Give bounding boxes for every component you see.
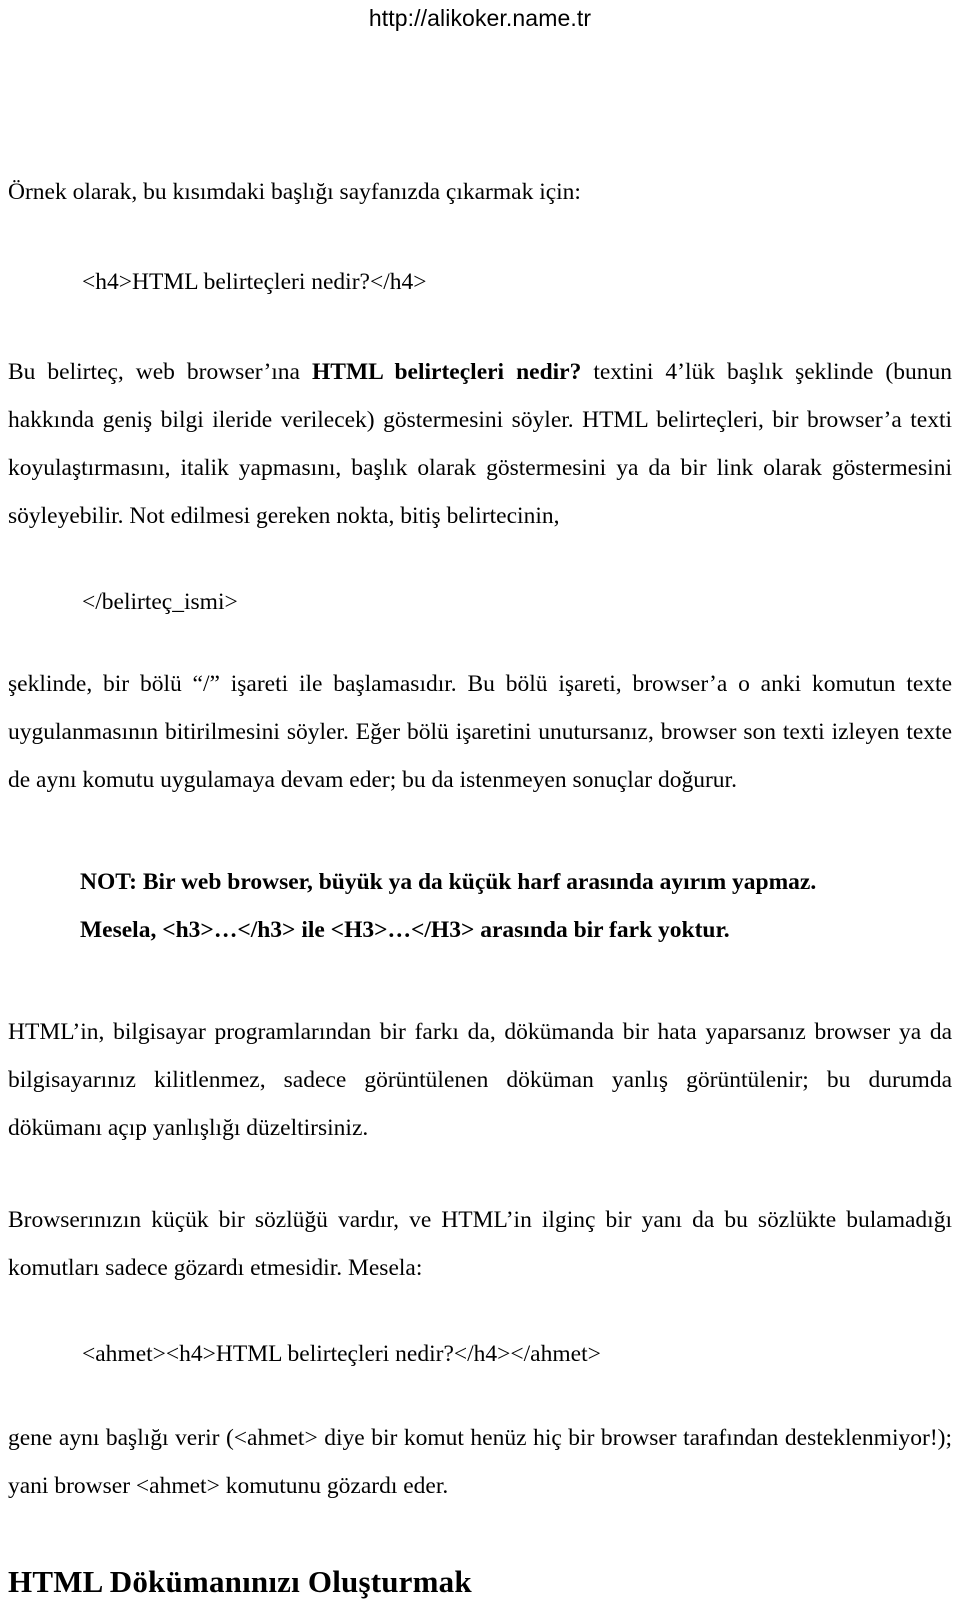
paragraph-text-lead: Bu belirteç, web browser’ına	[8, 359, 312, 385]
document-page: http://alikoker.name.tr Örnek olarak, bu…	[0, 0, 960, 1599]
code-sample-closing-tag: </belirteç_ismi>	[82, 589, 238, 615]
section-heading: HTML Dökümanınızı Oluşturmak	[8, 1564, 472, 1599]
note-line-one: NOT: Bir web browser, büyük ya da küçük …	[80, 869, 817, 895]
note-line-two: Mesela, <h3>…</h3> ile <H3>…</H3> arasın…	[80, 917, 730, 943]
paragraph-tag-explanation: Bu belirteç, web browser’ına HTML belirt…	[8, 348, 952, 540]
code-sample-ahmet: <ahmet><h4>HTML belirteçleri nedir?</h4>…	[82, 1341, 601, 1367]
paragraph-browser-dictionary: Browserınızın küçük bir sözlüğü vardır, …	[8, 1207, 952, 1281]
paragraph-slash-explanation: şeklinde, bir bölü “/” işareti ile başla…	[8, 671, 952, 793]
paragraph-error-handling: HTML’in, bilgisayar programlarından bir …	[8, 1019, 952, 1141]
note-block: NOT: Bir web browser, büyük ya da küçük …	[8, 858, 952, 954]
paragraph-bold-phrase: HTML belirteçleri nedir?	[311, 359, 582, 385]
spacer-top	[8, 0, 952, 168]
code-sample-h4: <h4>HTML belirteçleri nedir?</h4>	[82, 269, 427, 295]
intro-sentence: Örnek olarak, bu kısımdaki başlığı sayfa…	[8, 179, 581, 205]
document-body: Örnek olarak, bu kısımdaki başlığı sayfa…	[8, 0, 952, 1602]
paragraph-unknown-tag-ignored: gene aynı başlığı verir (<ahmet> diye bi…	[8, 1425, 952, 1499]
